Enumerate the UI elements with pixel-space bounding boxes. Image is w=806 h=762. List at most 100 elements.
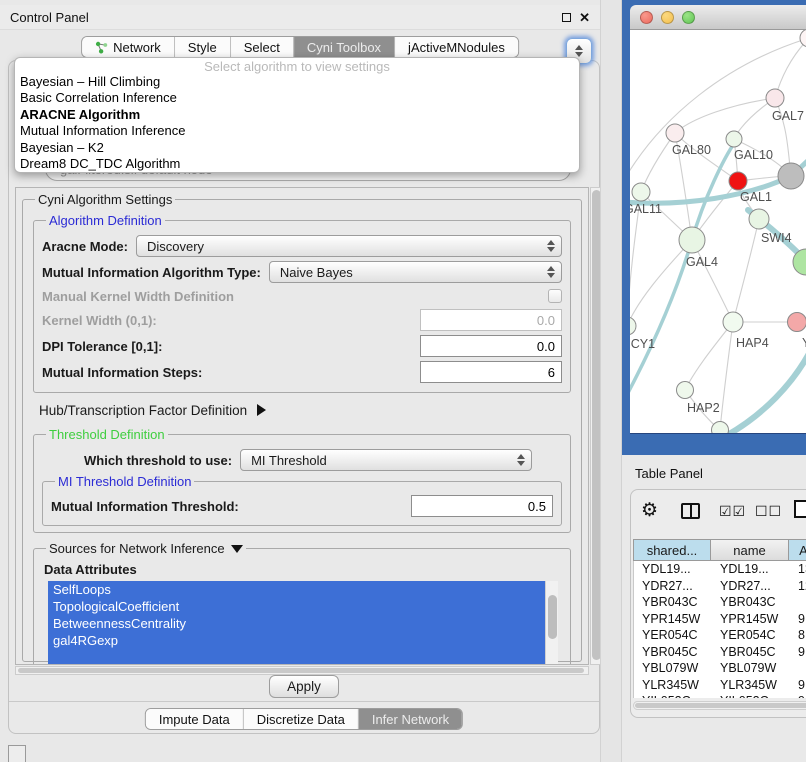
manual-kernel-checkbox[interactable] bbox=[548, 289, 562, 303]
close-icon[interactable]: ✕ bbox=[579, 11, 590, 24]
network-node-gal10[interactable] bbox=[726, 131, 742, 147]
table-cell: YBR045C bbox=[712, 645, 790, 659]
table-cell: 9. bbox=[790, 678, 806, 692]
float-panel-icon[interactable] bbox=[562, 13, 571, 22]
dpi-tolerance-input[interactable] bbox=[420, 335, 562, 357]
data-attributes-label: Data Attributes bbox=[44, 562, 562, 577]
settings-horizontal-scrollbar[interactable] bbox=[15, 666, 589, 675]
mi-type-combobox[interactable]: Naive Bayes bbox=[269, 261, 562, 283]
network-node-swi4[interactable] bbox=[749, 209, 769, 229]
algorithm-option[interactable]: Basic Correlation Inference bbox=[15, 90, 579, 106]
tab-infer-network[interactable]: Infer Network bbox=[359, 709, 462, 729]
tab-label: Impute Data bbox=[159, 712, 230, 727]
table-cell: YDL19... bbox=[634, 562, 712, 576]
dpi-tolerance-label: DPI Tolerance [0,1]: bbox=[42, 339, 162, 354]
column-layout-icon[interactable] bbox=[681, 503, 700, 519]
network-node-gal1[interactable] bbox=[729, 172, 747, 190]
table-cell: YDL19... bbox=[712, 562, 790, 576]
attribute-item[interactable]: BetweennessCentrality bbox=[48, 615, 558, 632]
network-edge bbox=[720, 322, 733, 430]
network-node-gal7[interactable] bbox=[766, 89, 784, 107]
column-header[interactable]: A bbox=[789, 539, 806, 561]
tab-select[interactable]: Select bbox=[231, 37, 294, 57]
table-cell: YBR043C bbox=[712, 595, 790, 609]
table-horizontal-scrollbar[interactable] bbox=[633, 701, 806, 710]
table-row[interactable]: YBR043CYBR043C bbox=[634, 594, 806, 611]
network-canvas[interactable]: GAL7GAL80GAL10GAL1GAL11SWI4GAL4GCY1HAP4Y… bbox=[630, 30, 806, 433]
attribute-item[interactable]: SelfLoops bbox=[48, 581, 558, 598]
kernel-width-input[interactable] bbox=[420, 309, 562, 331]
network-node[interactable] bbox=[712, 422, 729, 434]
deselect-all-icon[interactable]: ☐☐ bbox=[755, 503, 782, 520]
table-cell: YBR043C bbox=[634, 595, 712, 609]
table-row[interactable]: YLR345WYLR345W9. bbox=[634, 677, 806, 694]
network-node[interactable] bbox=[778, 163, 804, 189]
algorithm-option[interactable]: Dream8 DC_TDC Algorithm bbox=[15, 156, 579, 172]
attribute-item[interactable]: gal4RGexp bbox=[48, 632, 558, 649]
mi-steps-input[interactable] bbox=[420, 361, 562, 383]
apply-button[interactable]: Apply bbox=[269, 675, 339, 698]
algorithm-option[interactable]: Mutual Information Inference bbox=[15, 123, 579, 139]
node-label: GAL11 bbox=[630, 202, 662, 216]
network-node-y[interactable] bbox=[788, 313, 806, 332]
zoom-traffic-light[interactable] bbox=[682, 11, 695, 24]
tab-cyni-toolbox[interactable]: Cyni Toolbox bbox=[294, 37, 395, 57]
table-cell: YDR27... bbox=[712, 579, 790, 593]
tab-network[interactable]: Network bbox=[82, 37, 175, 57]
gear-icon[interactable]: ⚙ bbox=[641, 499, 658, 522]
node-table-container: ⚙ ☑☑ ☐☐ shared...nameA YDL19...YDL19...1… bbox=[630, 489, 806, 718]
table-panel: Table Panel ⚙ ☑☑ ☐☐ shared...nameA YDL19… bbox=[622, 455, 806, 762]
table-cell: YPR145W bbox=[712, 612, 790, 626]
network-edge bbox=[630, 240, 692, 326]
spinner-arrows-icon bbox=[539, 266, 555, 278]
table-row[interactable]: YPR145WYPR145W9. bbox=[634, 611, 806, 628]
network-node-gal11[interactable] bbox=[632, 183, 650, 201]
table-row[interactable]: YIL052CYIL052C9. bbox=[634, 693, 806, 698]
select-all-icon[interactable]: ☑☑ bbox=[719, 503, 746, 520]
attributes-scrollbar[interactable] bbox=[545, 581, 558, 665]
node-label: Y bbox=[802, 336, 806, 350]
tab-discretize-data[interactable]: Discretize Data bbox=[244, 709, 359, 729]
network-node-gal4[interactable] bbox=[679, 227, 705, 253]
table-row[interactable]: YBR045CYBR045C9. bbox=[634, 644, 806, 661]
sources-legend-label: Sources for Network Inference bbox=[49, 541, 225, 556]
sources-group: Sources for Network Inference Data Attri… bbox=[33, 541, 571, 665]
table-row[interactable]: YER054CYER054C8. bbox=[634, 627, 806, 644]
attribute-item[interactable]: TopologicalCoefficient bbox=[48, 598, 558, 615]
threshold-definition-group: Threshold Definition Which threshold to … bbox=[33, 427, 571, 533]
table-row[interactable]: YDL19...YDL19...13... bbox=[634, 561, 806, 578]
table-row[interactable]: YBL079WYBL079W bbox=[634, 660, 806, 677]
sources-legend[interactable]: Sources for Network Inference bbox=[46, 541, 246, 556]
network-node-gcy1[interactable] bbox=[630, 317, 636, 335]
algorithm-option[interactable]: ARACNE Algorithm bbox=[15, 107, 579, 123]
which-threshold-combobox[interactable]: MI Threshold bbox=[240, 449, 532, 471]
network-node-hap4[interactable] bbox=[723, 312, 743, 332]
collapsed-panel-icon[interactable] bbox=[8, 745, 26, 762]
mi-threshold-input[interactable] bbox=[411, 495, 553, 517]
column-header[interactable]: shared... bbox=[633, 539, 711, 561]
kernel-width-label: Kernel Width (0,1): bbox=[42, 313, 157, 328]
algorithm-option[interactable]: Bayesian – Hill Climbing bbox=[15, 74, 579, 90]
hub-definition-toggle[interactable]: Hub/Transcription Factor Definition bbox=[39, 399, 573, 421]
network-node[interactable] bbox=[800, 30, 806, 47]
panel-splitter[interactable] bbox=[600, 0, 622, 762]
network-node-gal80[interactable] bbox=[666, 124, 684, 142]
mi-threshold-label: Mutual Information Threshold: bbox=[51, 499, 239, 514]
node-label: GCY1 bbox=[630, 337, 655, 351]
network-edge bbox=[692, 240, 733, 322]
algorithm-option[interactable]: Bayesian – K2 bbox=[15, 140, 579, 156]
tab-style[interactable]: Style bbox=[175, 37, 231, 57]
aracne-mode-combobox[interactable]: Discovery bbox=[136, 235, 562, 257]
close-traffic-light[interactable] bbox=[640, 11, 653, 24]
table-row[interactable]: YDR27...YDR27...12... bbox=[634, 578, 806, 595]
tab-impute-data[interactable]: Impute Data bbox=[146, 709, 244, 729]
collapsed-arrow-icon bbox=[257, 404, 266, 416]
tab-jactivemnodules[interactable]: jActiveMNodules bbox=[395, 37, 518, 57]
export-table-icon[interactable] bbox=[794, 500, 806, 518]
which-threshold-value: MI Threshold bbox=[251, 453, 327, 468]
network-node-hap2[interactable] bbox=[677, 382, 694, 399]
minimize-traffic-light[interactable] bbox=[661, 11, 674, 24]
column-header[interactable]: name bbox=[711, 539, 789, 561]
table-cell: YER054C bbox=[712, 628, 790, 642]
control-panel: Control Panel ✕ NetworkStyleSelectCyni T… bbox=[0, 0, 600, 762]
